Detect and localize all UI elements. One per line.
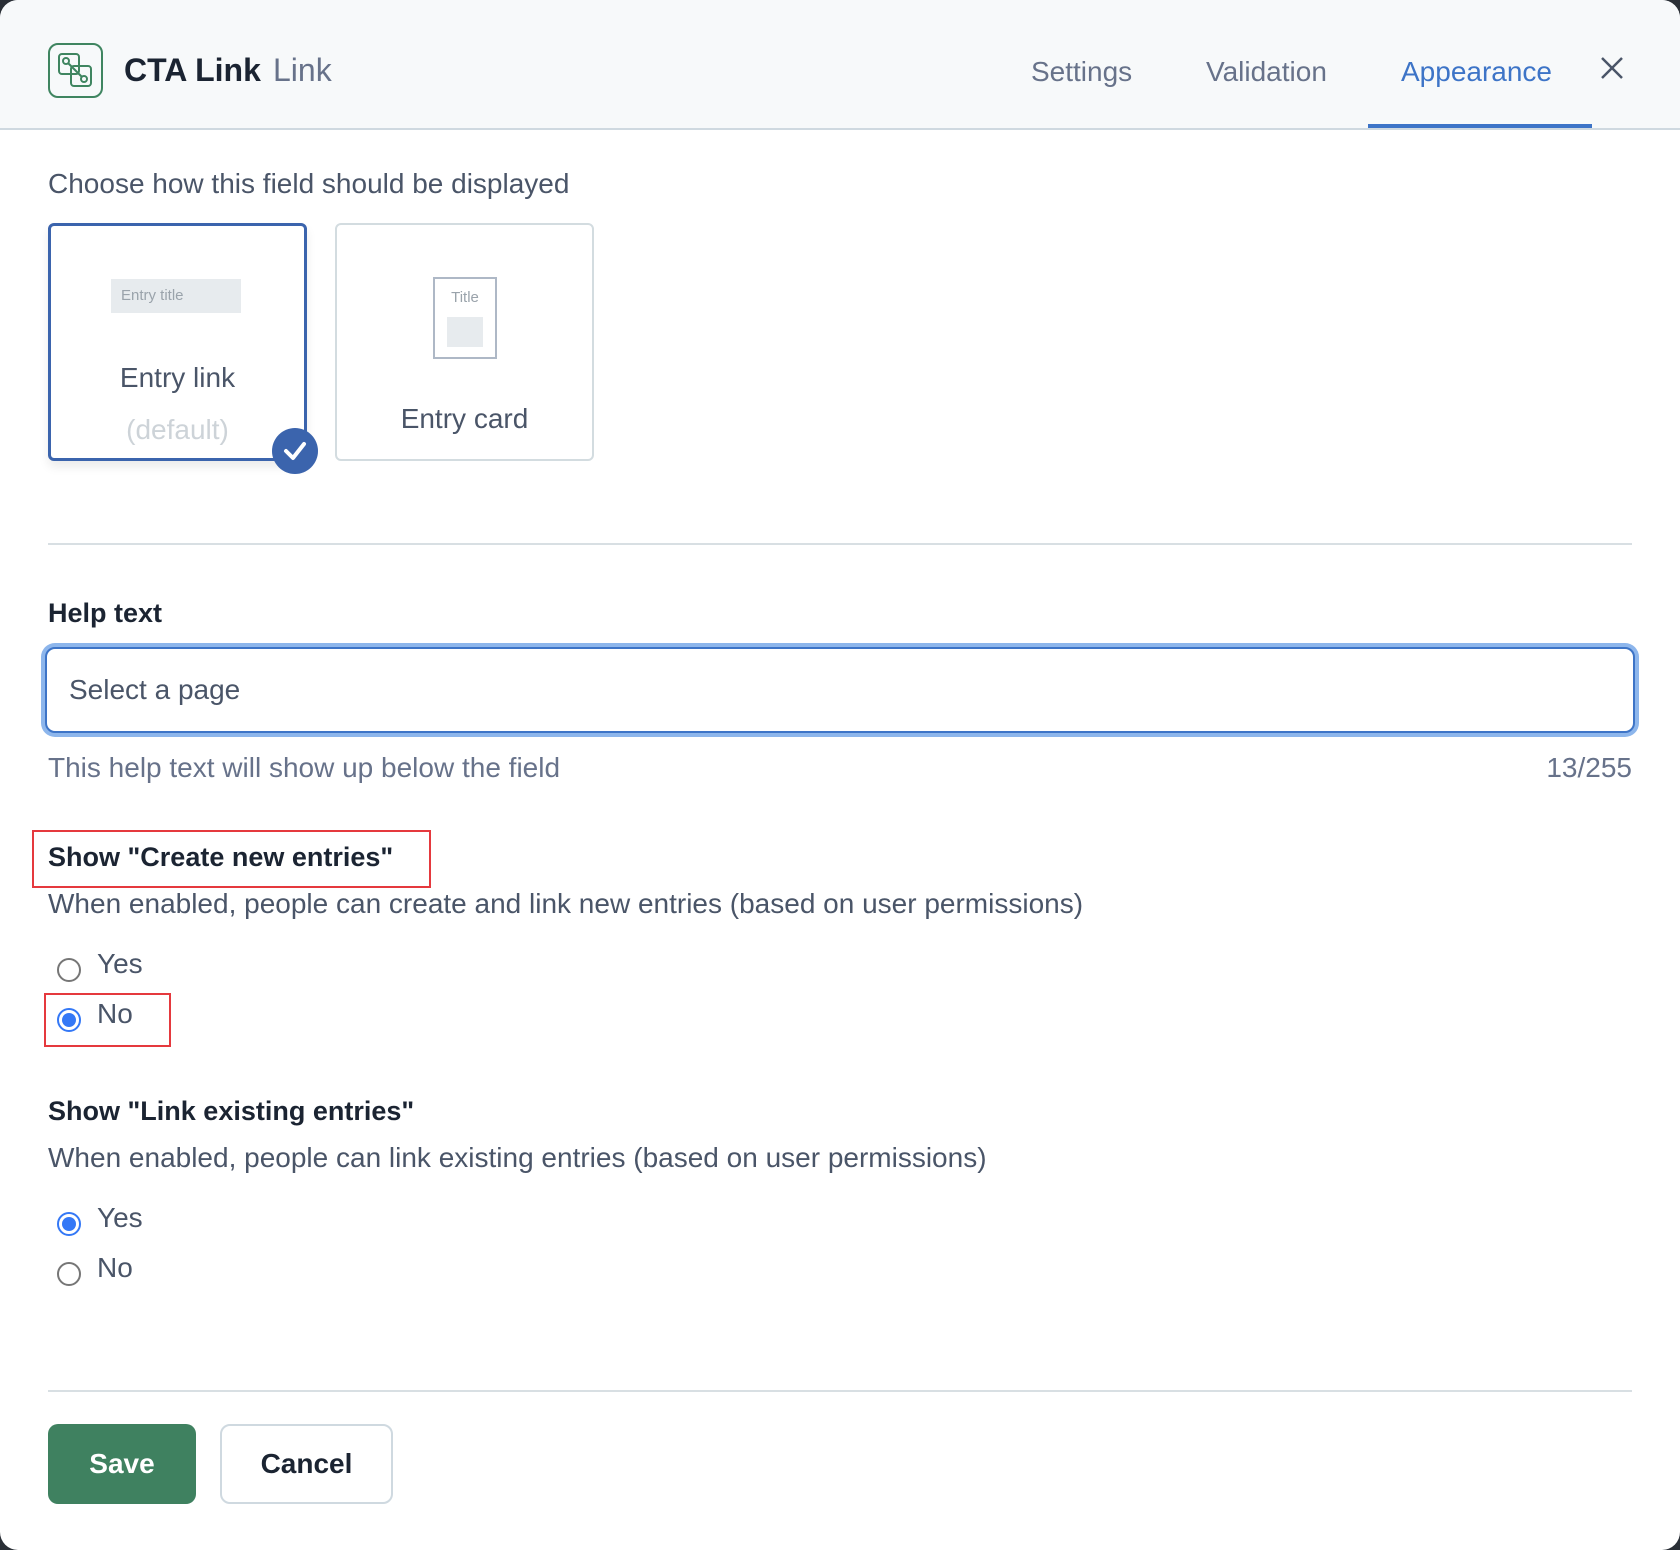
link-existing-entries-description: When enabled, people can link existing e…: [48, 1142, 987, 1173]
help-text-hint: This help text will show up below the fi…: [48, 752, 561, 783]
option-sublabel: (default): [126, 414, 229, 445]
radio-button[interactable]: [57, 1008, 81, 1032]
option-label: Entry card: [400, 403, 529, 434]
field-name: CTA Link: [124, 52, 261, 88]
close-button[interactable]: [1598, 54, 1626, 82]
radio-button[interactable]: [57, 1212, 81, 1236]
help-text-input[interactable]: [45, 647, 1635, 733]
section-divider: [48, 543, 1632, 545]
tab-settings[interactable]: Settings: [1031, 56, 1132, 88]
save-button[interactable]: Save: [48, 1424, 196, 1504]
create-new-entries-description: When enabled, people can create and link…: [48, 888, 1084, 919]
link-existing-entries-heading: Show "Link existing entries": [48, 1096, 415, 1126]
selected-check-badge: [272, 428, 318, 474]
tab-appearance[interactable]: Appearance: [1401, 56, 1552, 88]
entry-card-preview: Title: [433, 277, 497, 359]
cancel-button[interactable]: Cancel: [220, 1424, 393, 1504]
entry-title-preview: Entry title: [111, 279, 241, 313]
tab-validation[interactable]: Validation: [1206, 56, 1327, 88]
appearance-option-entry-link[interactable]: Entry title Entry link (default): [48, 223, 307, 461]
mini-card-title: Title: [451, 289, 479, 306]
modal-header: CTA Link Link Settings Validation Appear…: [0, 0, 1680, 130]
character-counter: 13/255: [1546, 752, 1632, 783]
radio-button[interactable]: [57, 1262, 81, 1286]
mini-card-image: [447, 317, 483, 347]
field-type: Link: [273, 52, 332, 88]
help-text-label: Help text: [48, 598, 163, 628]
radio-label: Yes: [97, 1202, 143, 1233]
option-label: Entry link: [119, 362, 236, 393]
radio-label: Yes: [97, 948, 143, 979]
appearance-option-entry-card[interactable]: Title Entry card: [335, 223, 594, 461]
radio-label: No: [97, 1252, 133, 1283]
field-settings-modal: CTA Link Link Settings Validation Appear…: [0, 0, 1680, 1550]
radio-label: No: [97, 998, 133, 1029]
checkmark-icon: [284, 442, 306, 460]
link-field-icon: [48, 43, 103, 98]
active-tab-indicator: [1368, 124, 1592, 128]
close-icon: [1601, 57, 1623, 79]
appearance-prompt: Choose how this field should be displaye…: [48, 168, 570, 199]
create-new-entries-heading: Show "Create new entries": [48, 842, 394, 872]
radio-button[interactable]: [57, 958, 81, 982]
footer-divider: [48, 1390, 1632, 1392]
